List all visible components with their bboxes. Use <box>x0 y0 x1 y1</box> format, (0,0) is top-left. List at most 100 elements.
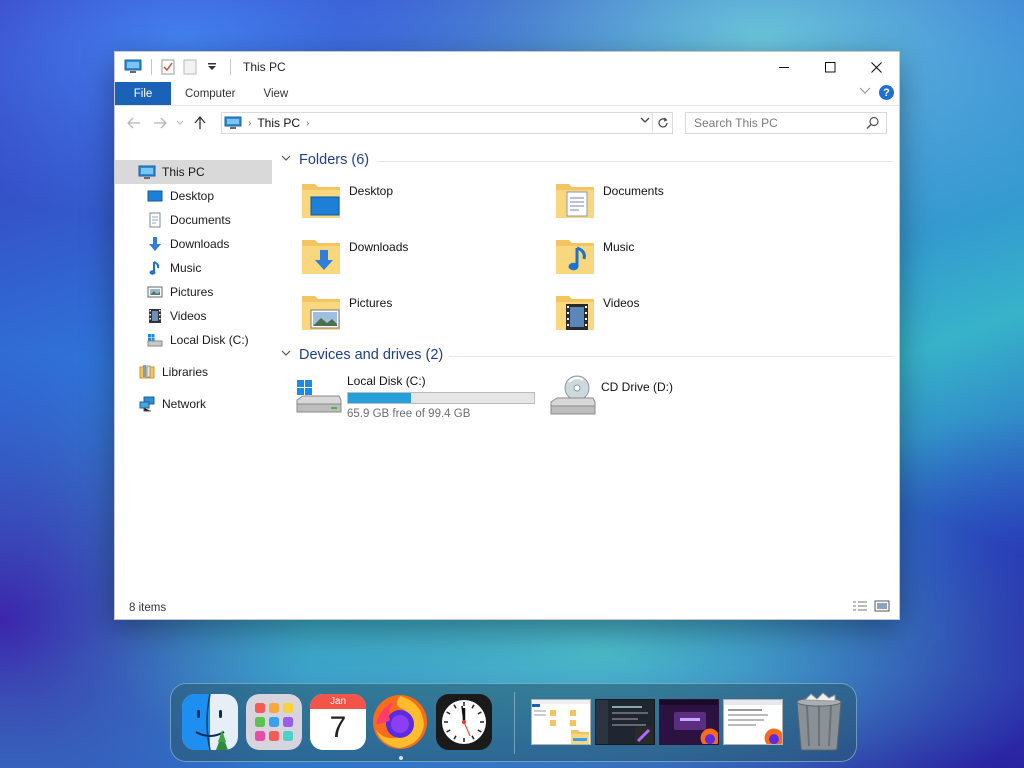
this-pc-icon[interactable] <box>123 57 143 77</box>
sidebar-item-libraries[interactable]: Libraries <box>138 360 208 384</box>
folder-name: Pictures <box>349 296 393 310</box>
large-icons-view-icon[interactable] <box>873 599 891 613</box>
folder-name: Videos <box>603 296 640 310</box>
drive-name: Local Disk (C:) <box>347 374 426 388</box>
view-buttons <box>847 599 891 613</box>
file-explorer-window: This PC File Computer View ? › This PC ›… <box>114 51 900 620</box>
close-button[interactable] <box>853 52 899 82</box>
dock-app-firefox[interactable] <box>372 694 428 750</box>
firefox-badge-icon <box>764 728 782 744</box>
dock-window-thumbnail-browser-white[interactable] <box>723 699 783 745</box>
recent-locations-button[interactable] <box>173 111 187 135</box>
dock-app-finder[interactable] <box>182 694 238 750</box>
tab-computer[interactable]: Computer <box>171 82 250 105</box>
customize-toolbar-icon[interactable] <box>202 57 222 77</box>
folder-tile-downloads[interactable]: Downloads <box>299 234 539 286</box>
sidebar-item-desktop[interactable]: Desktop <box>146 184 214 208</box>
search-box[interactable] <box>685 112 887 134</box>
expand-ribbon-icon[interactable] <box>859 87 871 98</box>
ribbon-right-controls: ? <box>859 85 894 100</box>
editor-badge-icon <box>635 727 653 744</box>
downloads-icon <box>146 235 164 253</box>
folder-name: Downloads <box>349 240 409 254</box>
breadcrumb-this-pc[interactable]: This PC <box>257 116 300 130</box>
sidebar-item-label: This PC <box>162 165 205 179</box>
details-view-icon[interactable] <box>851 599 869 613</box>
forward-button[interactable] <box>147 111 173 135</box>
folder-tile-pictures[interactable]: Pictures <box>299 290 539 342</box>
quick-access-separator <box>151 59 152 75</box>
sidebar-item-label: Desktop <box>170 189 215 203</box>
drive-info: Local Disk (C:) 65.9 GB free of 99.4 GB <box>347 374 535 420</box>
sidebar-item-label: Videos <box>170 309 207 323</box>
dock-window-thumbnail-browser-purple[interactable] <box>659 699 719 745</box>
tab-file[interactable]: File <box>115 82 171 105</box>
desktop-icon <box>146 187 164 205</box>
sidebar-item-this-pc[interactable]: This PC <box>115 160 272 184</box>
dock-app-calendar[interactable]: Jan 7 <box>310 694 366 750</box>
back-button[interactable] <box>121 111 147 135</box>
dock-app-clock[interactable] <box>436 694 492 750</box>
dock-app-launchpad[interactable] <box>246 694 302 750</box>
folder-tile-music[interactable]: Music <box>553 234 793 286</box>
calendar-day: 7 <box>329 711 347 744</box>
firefox-icon <box>373 695 427 749</box>
calendar-icon: Jan 7 <box>310 694 366 750</box>
properties-icon[interactable] <box>158 57 178 77</box>
folders-group-header[interactable]: Folders (6) <box>281 152 369 168</box>
sidebar-item-videos[interactable]: Videos <box>146 304 206 328</box>
videos-icon <box>146 307 164 325</box>
folder-name: Documents <box>603 184 664 198</box>
ribbon-tabs: File Computer View ? <box>115 82 899 106</box>
dock-trash[interactable] <box>791 692 847 751</box>
chevron-down-icon <box>281 154 291 165</box>
sidebar-item-label: Local Disk (C:) <box>170 333 249 347</box>
drive-tile-local-disk[interactable]: Local Disk (C:) 65.9 GB free of 99.4 GB <box>295 374 535 420</box>
address-bar[interactable]: › This PC › <box>221 112 673 134</box>
folder-tile-documents[interactable]: Documents <box>553 178 793 230</box>
launchpad-icon <box>246 694 302 750</box>
folder-tile-desktop[interactable]: Desktop <box>299 178 539 230</box>
firefox-running-indicator <box>399 756 403 760</box>
drive-tile-cd-drive[interactable]: CD Drive (D:) <box>549 374 673 418</box>
minimize-button[interactable] <box>761 52 807 82</box>
chevron-down-icon <box>281 349 291 360</box>
help-icon[interactable]: ? <box>879 85 894 100</box>
breadcrumb-separator[interactable]: › <box>248 118 251 129</box>
desktop-folder-icon <box>299 178 343 222</box>
folder-tile-videos[interactable]: Videos <box>553 290 793 342</box>
sidebar-item-documents[interactable]: Documents <box>146 208 231 232</box>
tab-view[interactable]: View <box>250 82 303 105</box>
breadcrumb-separator-trailing[interactable]: › <box>306 118 309 129</box>
drives-header-label: Devices and drives (2) <box>299 347 444 363</box>
sidebar-item-downloads[interactable]: Downloads <box>146 232 229 256</box>
dock: Jan 7 <box>170 683 857 762</box>
up-button[interactable] <box>187 111 213 135</box>
address-dropdown-icon[interactable] <box>640 116 650 127</box>
trash-icon <box>796 692 842 751</box>
drive-free-space: 65.9 GB free of 99.4 GB <box>347 408 471 420</box>
sidebar-item-music[interactable]: Music <box>146 256 201 280</box>
maximize-button[interactable] <box>807 52 853 82</box>
dock-window-thumbnail-explorer[interactable] <box>531 699 591 745</box>
clock-icon <box>436 694 492 750</box>
search-icon[interactable] <box>866 116 880 133</box>
videos-folder-icon <box>553 290 597 334</box>
sidebar-item-local-disk[interactable]: Local Disk (C:) <box>146 328 249 352</box>
drive-usage-bar <box>347 392 535 404</box>
sidebar-item-network[interactable]: Network <box>138 392 206 416</box>
sidebar-item-pictures[interactable]: Pictures <box>146 280 213 304</box>
sidebar-item-label: Pictures <box>170 285 214 299</box>
navigation-bar: › This PC › <box>115 106 899 140</box>
search-input[interactable] <box>694 116 854 130</box>
drives-group-divider <box>449 356 893 357</box>
dock-window-thumbnail-dark[interactable] <box>595 699 655 745</box>
drive-usage-fill <box>348 393 411 403</box>
drives-group-header[interactable]: Devices and drives (2) <box>281 347 443 363</box>
folders-header-label: Folders (6) <box>299 152 370 168</box>
refresh-button[interactable] <box>652 113 672 133</box>
status-item-count: 8 items <box>129 602 167 614</box>
music-folder-icon <box>553 234 597 278</box>
new-folder-icon[interactable] <box>180 57 200 77</box>
explorer-badge-icon <box>571 730 589 744</box>
